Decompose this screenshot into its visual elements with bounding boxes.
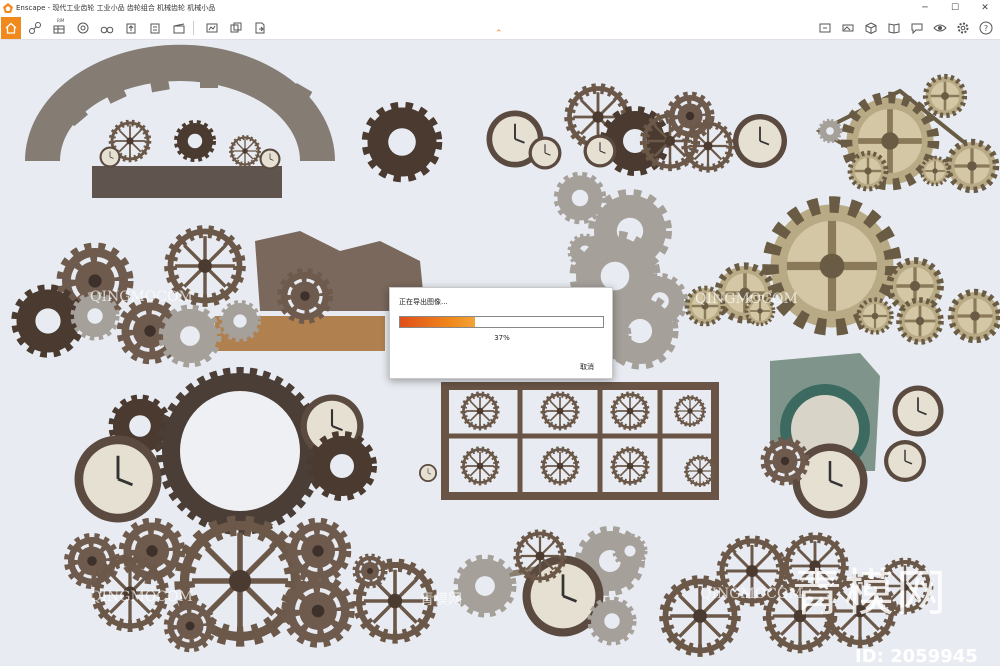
toolbar-divider [193, 20, 194, 35]
film-button[interactable] [169, 18, 189, 38]
progress-fill [400, 317, 476, 327]
building-icon [150, 23, 160, 33]
progress-percent: 37% [494, 334, 510, 342]
gear-model-wheel-row [485, 89, 788, 172]
asset-button[interactable] [73, 18, 93, 38]
cube-icon [865, 22, 877, 35]
gear-model-mirror-clocks [73, 367, 373, 535]
batch-render-button[interactable] [226, 18, 246, 38]
help-icon: ? [979, 21, 993, 35]
title-bar: Enscape - 现代工业齿轮 工业小品 齿轮组合 机械齿轮 机械小品 ─ ☐… [0, 0, 1000, 16]
collapse-toolbar-chevron-icon[interactable]: ⌃ [495, 29, 503, 39]
chat-icon [911, 23, 923, 35]
feedback-button[interactable] [907, 18, 927, 38]
link-icon [29, 21, 41, 34]
screenshot-button[interactable] [202, 18, 222, 38]
building-button[interactable] [145, 18, 165, 38]
help-glyph: ? [984, 24, 988, 33]
home-icon [5, 22, 17, 34]
bim-icon [53, 25, 65, 33]
home-button[interactable] [1, 16, 21, 39]
clapperboard-icon [173, 23, 185, 33]
gear-model-clock-linkage [458, 531, 645, 642]
watermark-faint: QINGMOCOM [90, 289, 193, 305]
gear-icon [957, 22, 969, 34]
cancel-button[interactable]: 取消 [580, 362, 594, 372]
views-icon [819, 23, 831, 33]
watermark-faint: QINGMOCOM [90, 589, 193, 605]
object-button[interactable] [861, 18, 881, 38]
gear-model-tan-row [687, 205, 999, 343]
batch-render-icon [230, 22, 242, 32]
screenshot-icon [206, 23, 218, 32]
asset-library-icon [77, 22, 89, 33]
enscape-logo-icon [3, 3, 13, 13]
maximize-button[interactable]: ☐ [940, 0, 970, 16]
watermark-brand: 青模网 [792, 564, 948, 622]
gear-model-scattered-wheels [68, 523, 431, 649]
bim-button[interactable]: BIM [49, 18, 69, 38]
binoculars-icon [100, 26, 114, 33]
window-title: Enscape - 现代工业齿轮 工业小品 齿轮组合 机械齿轮 机械小品 [16, 4, 216, 12]
export-button[interactable] [250, 18, 270, 38]
minimize-button[interactable]: ─ [910, 0, 940, 16]
gear-model-teal-clock-tower [764, 353, 945, 520]
help-button[interactable]: ? [976, 18, 996, 38]
eye-icon [933, 24, 947, 32]
dialog-title: 正在导出图像... [399, 298, 448, 306]
gear-model-stone-arch [25, 44, 335, 198]
upload-button[interactable] [121, 18, 141, 38]
close-button[interactable]: ✕ [970, 0, 1000, 16]
watermark-faint: QINGMOCOM [695, 291, 798, 307]
toolbar-right: ? [812, 18, 996, 38]
visibility-button[interactable] [930, 18, 950, 38]
export-progress-dialog: 正在导出图像... 37% 取消 [389, 287, 613, 379]
watermark-faint: 青模网 [420, 592, 462, 608]
gear-model-ship-wheel-sign [17, 231, 425, 363]
binoculars-button[interactable] [97, 18, 117, 38]
bim-label: BIM [57, 17, 65, 23]
material-button[interactable] [884, 18, 904, 38]
upload-icon [126, 23, 136, 33]
panorama-button[interactable] [838, 18, 858, 38]
panorama-icon [842, 24, 854, 32]
progress-bar [399, 316, 604, 328]
gear-model-pipe-frame [418, 382, 719, 500]
watermark-id: ID: 2059945 [855, 646, 978, 666]
settings-button[interactable] [953, 18, 973, 38]
export-icon [255, 22, 265, 33]
views-button[interactable] [815, 18, 835, 38]
gear-model-single [368, 108, 437, 177]
link-button[interactable] [25, 18, 45, 38]
watermark-faint: QINGMOCOM [700, 586, 803, 602]
book-icon [888, 23, 900, 34]
gear-model-tan-mechanism [815, 77, 997, 191]
